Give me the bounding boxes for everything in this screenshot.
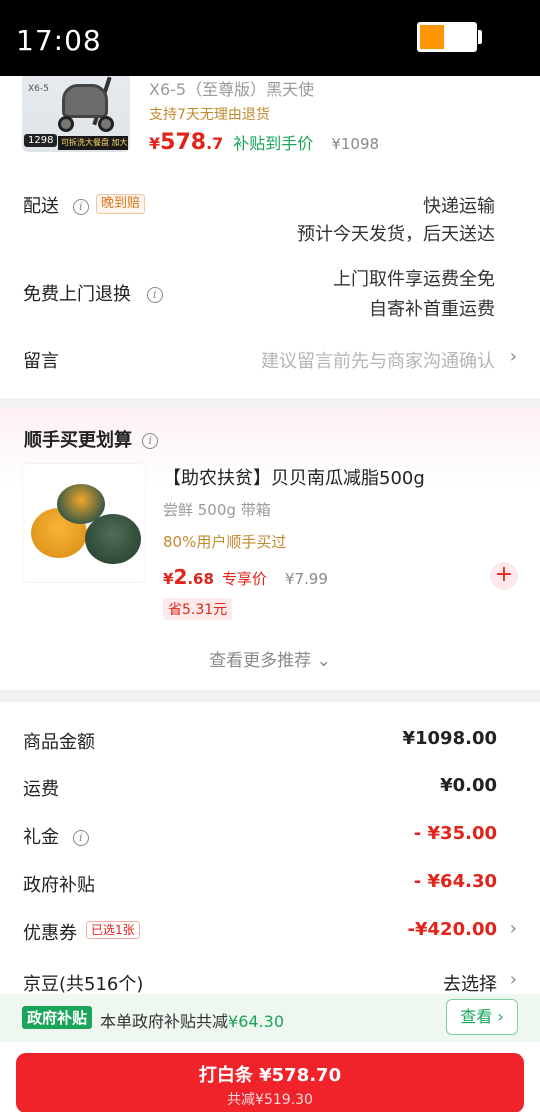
- price-integer: 2: [173, 565, 188, 589]
- chevron-right-icon[interactable]: ›: [510, 346, 517, 367]
- product-image-price: 1298: [24, 134, 58, 147]
- product-price-row: ¥ 578 .7 补贴到手价 ¥1098: [149, 130, 379, 160]
- price-currency: ¥: [163, 570, 174, 588]
- section-divider: [0, 690, 540, 702]
- original-price: ¥1098: [331, 135, 380, 153]
- product-image-label: X6-5: [28, 84, 49, 94]
- battery-level: [420, 25, 444, 49]
- addon-product-name[interactable]: 【助农扶贫】贝贝南瓜减脂500g: [163, 464, 425, 490]
- exclusive-price-label: 专享价: [221, 570, 267, 588]
- goods-amount-label: 商品金额: [23, 732, 95, 753]
- price-decimal: .7: [206, 134, 224, 153]
- more-recommendations-link[interactable]: 查看更多推荐 ⌄: [0, 646, 540, 671]
- message-input[interactable]: 建议留言前先与商家沟通确认: [261, 347, 495, 373]
- jd-beans-select[interactable]: 去选择: [443, 970, 497, 996]
- product-model[interactable]: X6-5（至尊版）黑天使: [149, 76, 314, 100]
- pay-button[interactable]: 打白条 ¥578.70 共减¥519.30: [16, 1053, 524, 1112]
- info-icon[interactable]: i: [146, 287, 163, 303]
- view-subsidy-label: 查看: [460, 1007, 493, 1026]
- battery-tip: [478, 30, 482, 44]
- gift-value: - ¥35.00: [413, 823, 497, 844]
- gov-subsidy-tag: 政府补贴: [22, 1006, 93, 1029]
- gov-subsidy-desc: 本单政府补贴共减: [100, 1012, 229, 1031]
- price-currency: ¥: [149, 134, 161, 153]
- addon-original-price: ¥7.99: [284, 570, 328, 588]
- chevron-right-icon[interactable]: ›: [510, 969, 517, 990]
- gov-subsidy-label: 政府补贴: [23, 875, 95, 896]
- more-recommendations-text: 查看更多推荐: [209, 651, 312, 671]
- section-divider: [0, 398, 540, 408]
- shipping-value: ¥0.00: [440, 775, 497, 796]
- gift-label: 礼金: [23, 827, 59, 848]
- price-decimal: .68: [187, 570, 214, 588]
- delivery-method: 快递运输: [423, 196, 495, 217]
- chevron-right-icon[interactable]: ›: [510, 918, 517, 939]
- savings-badge: 省5.31元: [163, 598, 233, 620]
- return-service-line1: 上门取件享运费全免: [333, 269, 495, 290]
- price-integer: 578: [160, 130, 207, 155]
- coupon-selected-badge: 已选1张: [86, 921, 140, 939]
- gov-subsidy-text: 本单政府补贴共减¥64.30: [100, 1008, 284, 1032]
- subsidy-price-label: 补贴到手价: [233, 134, 314, 153]
- delivery-row[interactable]: 配送 i: [23, 192, 89, 218]
- info-icon[interactable]: i: [72, 830, 89, 846]
- late-compensation-badge: 晚到赔: [96, 194, 146, 214]
- delivery-label: 配送: [23, 196, 59, 217]
- chevron-down-icon: ⌄: [316, 651, 331, 671]
- stroller-body: [62, 84, 108, 118]
- status-bar: 17:08: [0, 0, 540, 76]
- goods-amount-value: ¥1098.00: [402, 728, 497, 749]
- status-time: 17:08: [16, 24, 102, 57]
- pumpkin-shape: [85, 514, 141, 564]
- addon-bought-rate: 80%用户顺手买过: [163, 533, 287, 551]
- info-icon[interactable]: i: [72, 199, 89, 215]
- return-policy: 支持7天无理由退货: [149, 107, 270, 123]
- product-image-strip: 可拆洗大餐盘 加大置物篮: [58, 136, 128, 150]
- message-label: 留言: [23, 351, 59, 372]
- addon-title-text: 顺手买更划算: [24, 430, 132, 451]
- add-to-order-button[interactable]: +: [490, 562, 518, 590]
- view-subsidy-button[interactable]: 查看 ›: [446, 999, 518, 1035]
- addon-title: 顺手买更划算 i: [24, 426, 159, 452]
- info-icon[interactable]: i: [142, 433, 159, 449]
- return-service-row[interactable]: 免费上门退换 i: [23, 280, 163, 306]
- stroller-wheel: [98, 116, 114, 132]
- gov-subsidy-amount: ¥64.30: [228, 1012, 284, 1031]
- gov-subsidy-value: - ¥64.30: [413, 871, 497, 892]
- chevron-right-icon: ›: [497, 1007, 504, 1026]
- return-service-line2: 自寄补首重运费: [369, 299, 495, 320]
- pay-button-label: 打白条 ¥578.70: [198, 1065, 342, 1086]
- stroller-wheel: [58, 116, 74, 132]
- shipping-label: 运费: [23, 779, 59, 800]
- pay-discount-total: 共减¥519.30: [227, 1092, 313, 1108]
- pumpkin-image[interactable]: [22, 463, 146, 583]
- addon-price-row: ¥ 2 .68 专享价 ¥7.99: [163, 565, 328, 589]
- addon-product-spec[interactable]: 尝鲜 500g 带箱: [163, 499, 271, 520]
- coupon-value[interactable]: -¥420.00: [408, 919, 497, 940]
- delivery-estimate: 预计今天发货，后天送达: [297, 224, 495, 245]
- gift-row[interactable]: 礼金 i: [23, 823, 89, 849]
- jd-beans-label: 京豆(共516个): [23, 974, 144, 995]
- return-service-label: 免费上门退换: [23, 284, 131, 305]
- coupon-label[interactable]: 优惠券: [23, 919, 77, 945]
- battery-icon: [417, 22, 477, 52]
